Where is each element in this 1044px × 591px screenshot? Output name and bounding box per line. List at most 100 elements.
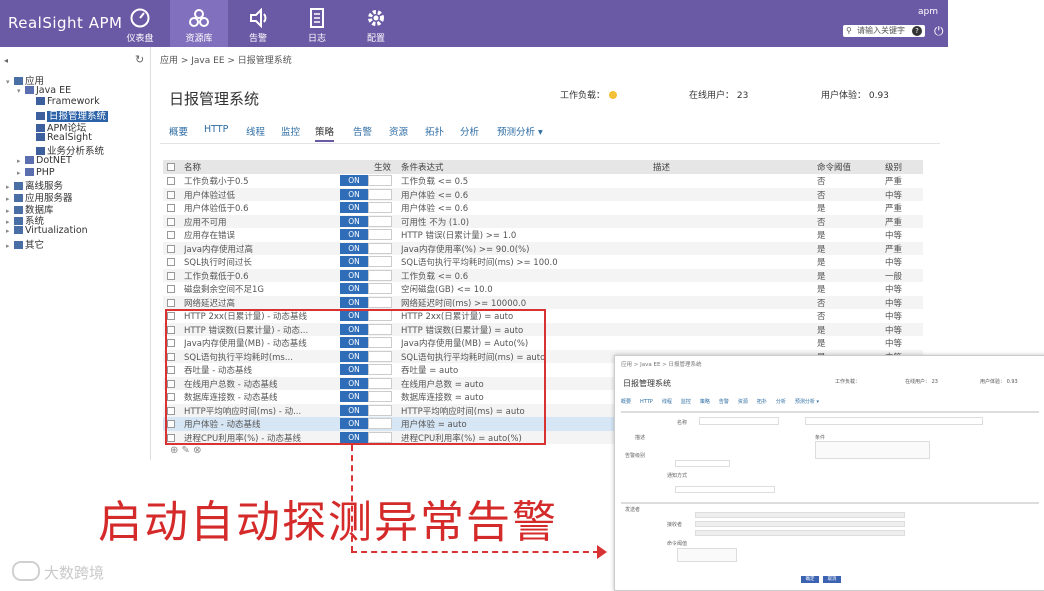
inset-tab-item[interactable]: HTTP [640,399,653,405]
tab-item[interactable]: 监控 [281,124,300,138]
table-row[interactable]: 磁盘剩余空间不足1G ON 空闲磁盘(GB) <= 10.0 是 中等 [163,282,923,296]
inset-cancel-button[interactable]: 取消 [823,576,841,583]
inset-level-select[interactable] [675,460,730,467]
enable-toggle[interactable]: ON [340,188,392,200]
column-header[interactable]: 生效 [374,161,391,173]
inset-tab-item[interactable]: 概要 [621,399,631,405]
tab-item[interactable]: 策略 [315,124,335,142]
row-checkbox[interactable] [167,258,175,266]
tab-item[interactable]: 资源 [389,124,408,138]
inset-tab-item[interactable]: 分析 [776,399,786,405]
enable-toggle[interactable]: ON [340,269,392,281]
enable-toggle[interactable]: ON [340,202,392,213]
enable-toggle[interactable]: ON [340,215,392,227]
table-row[interactable]: 应用存在错误 ON HTTP 错误(日累计量) >= 1.0 是 中等 [163,228,923,242]
inset-tab-item[interactable]: 资源 [738,399,748,405]
table-row[interactable]: SQL执行时间过长 ON SQL语句执行平均耗时间(ms) >= 100.0 是 中等 [163,255,923,269]
enable-toggle[interactable]: ON [340,229,392,240]
collapse-arrow-icon[interactable]: ▸ [17,157,25,165]
tree-item[interactable]: RealSight [28,132,92,143]
inset-tab-item[interactable]: 线程 [662,399,672,405]
refresh-icon[interactable]: ↻ [135,53,144,66]
row-checkbox[interactable] [167,271,175,280]
inset-extra-input[interactable] [695,530,905,536]
inset-sender-input[interactable] [695,512,905,518]
tab-item[interactable]: 线程 [246,124,265,138]
table-row[interactable]: 用户体验低于0.6 ON 用户体验 <= 0.6 是 严重 [163,201,923,215]
table-row[interactable]: 工作负载低于0.6 ON 工作负载 <= 0.6 是 一般 [163,268,923,282]
tab-item[interactable]: 拓扑 [425,124,444,138]
tab-item[interactable]: 告警 [353,124,372,138]
row-checkbox[interactable] [167,298,175,307]
table-row[interactable]: 应用不可用 ON 可用性 不为 (1.0) 否 严重 [163,214,923,228]
table-row[interactable]: 用户体验过低 ON 用户体验 <= 0.6 否 中等 [163,187,923,201]
tab-item[interactable]: 概要 [169,124,188,138]
annotation-caption: 启动自动探测异常告警 [98,497,558,548]
inset-tab-item[interactable]: 监控 [681,399,691,405]
nav-dashboard[interactable]: 仪表盘 [111,0,169,47]
collapse-arrow-icon[interactable]: ▸ [6,242,14,250]
tab-item[interactable]: 预测分析 ▾ [497,124,543,138]
collapse-arrow-icon[interactable]: ▸ [6,227,14,235]
row-checkbox[interactable] [167,285,175,293]
inset-notify-input[interactable] [675,486,775,493]
tab-item[interactable]: HTTP [204,124,228,135]
expand-icon[interactable]: ▾ [6,78,14,86]
enable-toggle[interactable]: ON [340,256,392,267]
table-actions[interactable]: ⊕ ✎ ⊗ [170,445,202,456]
row-checkbox[interactable] [167,190,175,199]
column-header[interactable]: 级别 [885,161,902,173]
collapse-arrow-icon[interactable]: ▸ [17,169,25,177]
policy-name: Java内存使用过高 [184,244,253,255]
tree-item[interactable]: ▾ Java EE [17,85,71,96]
app-logo: RealSight APM [8,14,123,32]
table-row[interactable]: 网络延迟过高 ON 网络延迟时间(ms) >= 10000.0 否 中等 [163,295,923,309]
tree-item-label: PHP [36,166,55,178]
tree-item-label: 其它 [25,239,45,251]
row-checkbox[interactable] [167,231,175,239]
tree-item[interactable]: ▸ 其它 [6,237,44,251]
enable-toggle[interactable]: ON [340,242,392,254]
enable-toggle[interactable]: ON [340,296,392,308]
row-checkbox[interactable] [167,204,175,212]
inset-tab-item[interactable]: 预测分析 ▾ [795,399,819,405]
tab-item[interactable]: 分析 [460,124,479,138]
collapse-icon[interactable]: ◂ [4,56,8,65]
enable-toggle[interactable]: ON [340,283,392,294]
toggle-knob [368,215,392,227]
policy-level: 严重 [885,177,903,187]
column-header[interactable]: 条件表达式 [401,161,444,173]
nav-resources[interactable]: 资源库 [170,0,228,47]
nav-alarm[interactable]: 告警 [229,0,287,47]
column-header[interactable]: 描述 [653,161,670,173]
row-checkbox[interactable] [167,177,175,185]
inset-tab-item[interactable]: 策略 [700,399,710,405]
inset-ok-button[interactable]: 确定 [801,576,819,583]
expand-icon[interactable]: ▾ [17,87,25,95]
inset-threshold-options[interactable] [677,548,737,562]
table-row[interactable]: 工作负载小于0.5 ON 工作负载 <= 0.5 否 严重 [163,174,923,188]
nav-log[interactable]: 日志 [288,0,346,47]
column-header[interactable]: 命令阈值 [817,161,851,173]
inset-name-select[interactable] [699,417,779,425]
power-icon[interactable]: ⏻ [934,24,944,39]
column-header[interactable]: 名称 [184,161,201,173]
tree-item[interactable]: ▸ Virtualization [6,225,88,236]
search-input[interactable]: ⚲ 请输入关键字 ? [843,25,925,37]
help-icon[interactable]: ? [912,26,922,36]
select-all-checkbox[interactable] [167,163,175,171]
inset-receiver-input[interactable] [695,521,905,527]
row-checkbox[interactable] [167,244,175,253]
inset-condition-input[interactable] [805,417,983,425]
nav-settings[interactable]: 配置 [347,0,405,47]
tree-item[interactable]: ▸ DotNET [17,155,72,166]
row-checkbox[interactable] [167,217,175,226]
tree-item[interactable]: Framework [28,96,100,107]
inset-tab-item[interactable]: 告警 [719,399,729,405]
enable-toggle[interactable]: ON [340,175,392,186]
user-name[interactable]: apm [918,7,938,17]
inset-tab-item[interactable]: 拓扑 [757,399,767,405]
tree-item[interactable]: ▸ PHP [17,167,55,178]
table-row[interactable]: Java内存使用过高 ON Java内存使用率(%) >= 90.0(%) 是 严重 [163,241,923,255]
inset-field-label: 描述 [635,435,646,441]
